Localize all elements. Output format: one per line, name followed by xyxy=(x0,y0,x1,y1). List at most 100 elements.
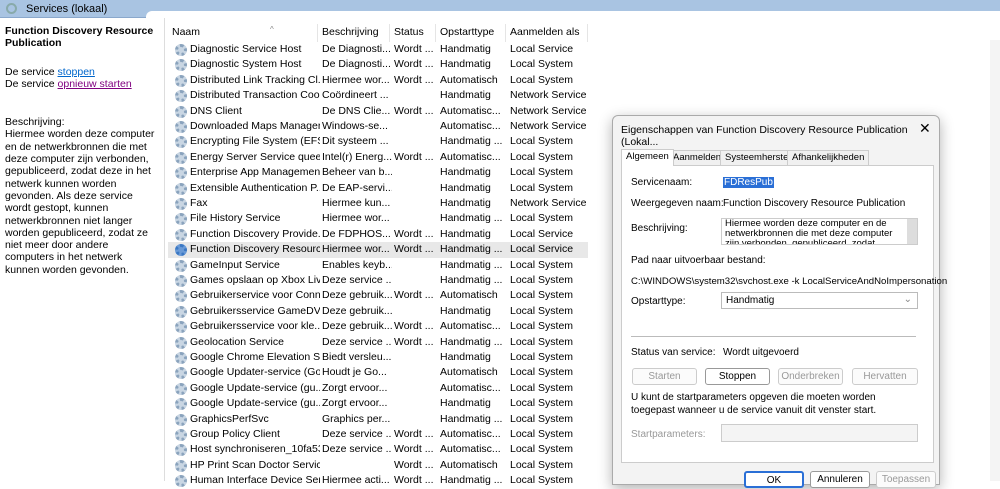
cancel-button[interactable]: Annuleren xyxy=(810,471,870,488)
service-description: De FDPHOS... xyxy=(322,227,391,240)
table-row[interactable]: Group Policy Client Deze service ... Wordt… xyxy=(168,427,588,442)
table-row[interactable]: Distributed Transaction Coo... Coördineer… xyxy=(168,88,588,103)
table-row[interactable]: Google Update-service (gu... Zorgt ervoor… xyxy=(168,381,588,396)
service-logon-as: Network Service xyxy=(510,197,587,209)
general-panel: Servicenaam: FDResPub Weergegeven naam: … xyxy=(621,165,947,463)
resume-button[interactable]: Hervatten xyxy=(852,368,918,385)
tab-recovery[interactable]: Systeemherstel xyxy=(720,150,796,165)
service-name: Gebruikersservice GameDV... xyxy=(190,304,320,317)
display-name-value[interactable]: Function Discovery Resource Publication xyxy=(723,198,905,209)
table-row[interactable]: Gebruikerservice voor Conn... Deze gebrui… xyxy=(168,288,588,303)
service-name: Encrypting File System (EFS) xyxy=(190,135,320,148)
start-button[interactable]: Starten xyxy=(632,368,697,385)
tab-logon[interactable]: Aanmelden xyxy=(668,150,727,165)
service-name: HP Print Scan Doctor Service xyxy=(190,458,320,471)
tab-dependencies[interactable]: Afhankelijkheden xyxy=(787,150,870,165)
gear-icon xyxy=(175,382,187,395)
service-description: Beheer van b... xyxy=(322,166,392,179)
status-value: Wordt uitgevoerd xyxy=(723,347,799,358)
table-row[interactable]: HP Print Scan Doctor Service Wordt ... Aut… xyxy=(168,458,588,473)
start-params-input[interactable] xyxy=(721,424,918,442)
service-name: Distributed Link Tracking Cl... xyxy=(190,73,320,86)
description-textbox[interactable]: Hiermee worden deze computer en de netwe… xyxy=(721,218,918,245)
table-row[interactable]: Gebruikersservice GameDV... Deze gebruik.… xyxy=(168,304,588,319)
gear-icon xyxy=(175,90,187,103)
table-row[interactable]: Geolocation Service Deze service ... Wordt… xyxy=(168,335,588,350)
service-name: Google Updater-service (Go... xyxy=(190,366,320,379)
table-row[interactable]: Enterprise App Managemen... Beheer van b.… xyxy=(168,165,588,180)
table-row[interactable]: Fax Hiermee kun... Handmatig Network Servic… xyxy=(168,196,588,211)
startup-type-select[interactable]: Handmatig ⌄ xyxy=(721,292,918,309)
service-logon-as: Local System xyxy=(510,166,574,179)
service-logon-as: Local System xyxy=(510,304,574,317)
gear-icon xyxy=(175,59,187,72)
apply-button[interactable]: Toepassen xyxy=(876,471,936,488)
service-logon-as: Local System xyxy=(510,58,574,71)
service-startup-type: Handmatig xyxy=(440,58,491,71)
table-row[interactable]: Diagnostic Service Host De Diagnosti... Wo… xyxy=(168,42,588,57)
service-description: De EAP-servi... xyxy=(322,181,392,194)
column-header-logon-as[interactable]: Aanmelden als xyxy=(506,24,588,42)
table-row[interactable]: Host synchroniseren_10fa53 Deze service .… xyxy=(168,442,588,457)
table-row[interactable]: Energy Server Service queen...Intel(r) E… xyxy=(168,150,588,165)
gear-icon xyxy=(175,167,187,180)
service-logon-as: Local System xyxy=(510,428,574,440)
service-description: De DNS Clie... xyxy=(322,104,391,117)
table-row[interactable]: Diagnostic System Host De Diagnosti... Wor… xyxy=(168,57,588,72)
service-name: Fax xyxy=(190,197,208,209)
table-row[interactable]: Extensible Authentication P... De EAP-ser… xyxy=(168,181,588,196)
gear-icon xyxy=(175,367,187,380)
table-row[interactable]: GameInput Service Enables keyb... Handmati… xyxy=(168,258,588,273)
stop-button[interactable]: Stoppen xyxy=(705,368,770,385)
table-row[interactable]: File History Service Hiermee wor... Handma… xyxy=(168,211,588,226)
service-startup-type: Handmatig ... xyxy=(440,135,503,148)
pause-button[interactable]: Onderbreken xyxy=(778,368,843,385)
service-status: Wordt ... xyxy=(394,104,434,117)
table-row[interactable]: DNS Client De DNS Clie... Wordt ... Automat… xyxy=(168,104,588,119)
service-description: Zorgt ervoor... xyxy=(322,397,388,410)
table-row[interactable]: Gebruikersservice voor kle... Deze gebrui… xyxy=(168,319,588,334)
ok-button[interactable]: OK xyxy=(744,471,804,488)
gear-icon xyxy=(175,44,187,56)
gear-icon xyxy=(175,429,187,441)
service-description: Coördineert ... xyxy=(322,89,389,102)
gear-icon xyxy=(175,228,187,241)
table-row[interactable]: Encrypting File System (EFS) Dit systeem … xyxy=(168,134,588,149)
column-header-status[interactable]: Status xyxy=(390,24,436,42)
table-row[interactable]: Function Discovery Provide... De FDPHOS..… xyxy=(168,227,588,242)
service-startup-type: Handmatig xyxy=(440,397,491,410)
table-row[interactable]: Google Chrome Elevation S... Biedt versle… xyxy=(168,350,588,365)
start-params-label: Startparameters: xyxy=(631,429,706,440)
service-startup-type: Automatisc... xyxy=(440,104,501,117)
service-logon-as: Local System xyxy=(510,181,574,194)
service-startup-type: Automatisc... xyxy=(440,428,501,440)
service-description: Dit systeem ... xyxy=(322,135,389,148)
stop-link[interactable]: stoppen xyxy=(58,66,95,78)
service-name: Diagnostic Service Host xyxy=(190,43,302,55)
table-row[interactable]: Google Update-service (gu... Zorgt ervoor… xyxy=(168,396,588,411)
close-icon[interactable]: ✕ xyxy=(919,120,931,137)
table-row[interactable]: Google Updater-service (Go... Houdt je Go… xyxy=(168,365,588,380)
table-row[interactable]: Downloaded Maps Manager Windows-se... Auto… xyxy=(168,119,588,134)
service-startup-type: Handmatig ... xyxy=(440,243,503,256)
table-row[interactable]: Distributed Link Tracking Cl... Hiermee w… xyxy=(168,73,588,88)
column-header-description[interactable]: Beschrijving xyxy=(318,24,390,42)
service-status: Wordt ... xyxy=(394,443,434,456)
table-row[interactable]: Games opslaan op Xbox Live Deze service .… xyxy=(168,273,588,288)
service-name: Google Chrome Elevation S... xyxy=(190,351,320,363)
service-logon-as: Local System xyxy=(510,351,574,363)
table-row[interactable]: GraphicsPerfSvc Graphics per... Handmatig … xyxy=(168,412,588,427)
service-name-value[interactable]: FDResPub xyxy=(723,177,774,188)
table-row[interactable]: Function Discovery Resourc... Hiermee wor… xyxy=(168,242,588,258)
column-header-startup-type[interactable]: Opstarttype xyxy=(436,24,506,42)
tab-general[interactable]: Algemeen xyxy=(621,149,674,166)
gear-icon xyxy=(175,121,187,133)
column-header-name[interactable]: ^ Naam xyxy=(168,24,318,42)
restart-link[interactable]: opnieuw starten xyxy=(58,78,132,90)
service-startup-type: Automatisch xyxy=(440,458,498,471)
description-scrollbar[interactable] xyxy=(907,219,917,244)
service-name: Distributed Transaction Coo... xyxy=(190,89,320,102)
service-name: Extensible Authentication P... xyxy=(190,181,320,194)
vertical-scrollbar[interactable] xyxy=(990,40,1000,481)
service-name-label: Servicenaam: xyxy=(631,177,693,188)
